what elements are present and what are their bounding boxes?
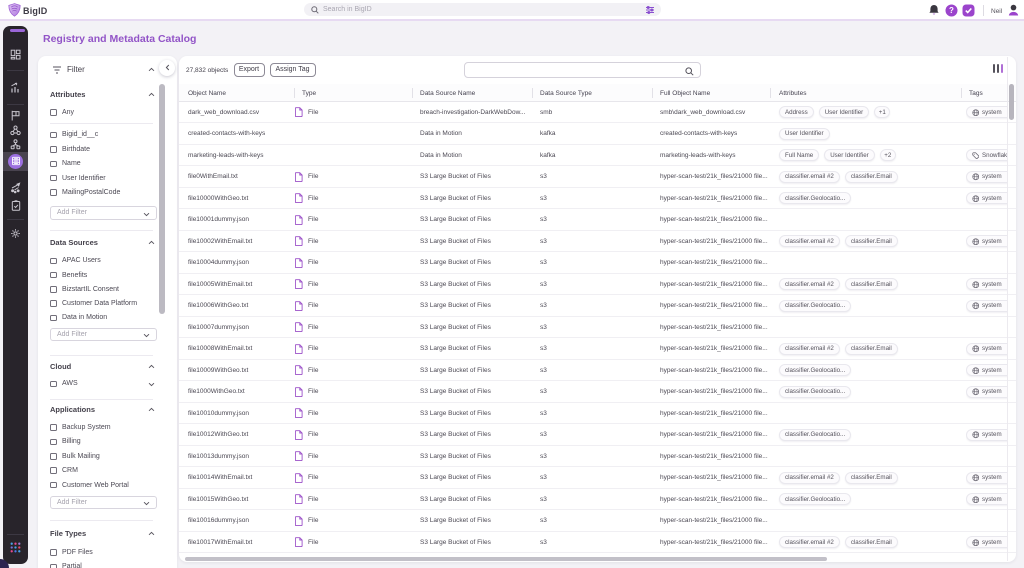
- svg-text:?: ?: [949, 6, 954, 15]
